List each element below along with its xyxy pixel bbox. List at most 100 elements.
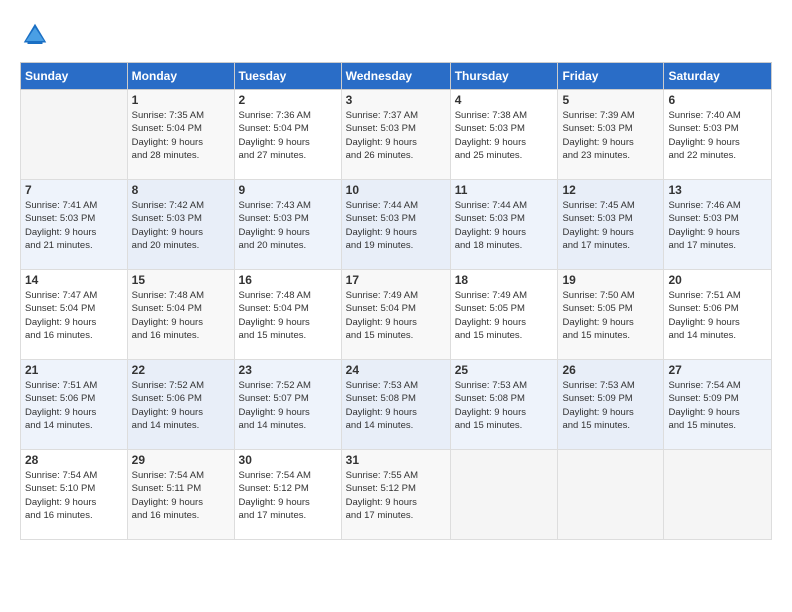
day-info: Sunrise: 7:43 AM Sunset: 5:03 PM Dayligh… <box>239 199 337 252</box>
calendar-cell: 23 Sunrise: 7:52 AM Sunset: 5:07 PM Dayli… <box>234 360 341 450</box>
day-info: Sunrise: 7:48 AM Sunset: 5:04 PM Dayligh… <box>132 289 230 342</box>
calendar-cell: 4 Sunrise: 7:38 AM Sunset: 5:03 PM Daylig… <box>450 90 558 180</box>
day-number: 8 <box>132 183 230 197</box>
calendar-cell: 21 Sunrise: 7:51 AM Sunset: 5:06 PM Dayli… <box>21 360 128 450</box>
day-info: Sunrise: 7:55 AM Sunset: 5:12 PM Dayligh… <box>346 469 446 522</box>
day-number: 27 <box>668 363 767 377</box>
weekday-header-saturday: Saturday <box>664 63 772 90</box>
day-number: 22 <box>132 363 230 377</box>
weekday-header-friday: Friday <box>558 63 664 90</box>
calendar-cell <box>450 450 558 540</box>
calendar-cell: 14Sunrise: 7:47 AM Sunset: 5:04 PM Dayli… <box>21 270 128 360</box>
day-number: 19 <box>562 273 659 287</box>
day-number: 31 <box>346 453 446 467</box>
day-info: Sunrise: 7:49 AM Sunset: 5:05 PM Dayligh… <box>455 289 554 342</box>
day-number: 28 <box>25 453 123 467</box>
day-info: Sunrise: 7:40 AM Sunset: 5:03 PM Dayligh… <box>668 109 767 162</box>
week-row-0: 1 Sunrise: 7:35 AM Sunset: 5:04 PM Daylig… <box>21 90 772 180</box>
day-info: Sunrise: 7:52 AM Sunset: 5:06 PM Dayligh… <box>132 379 230 432</box>
day-number: 17 <box>346 273 446 287</box>
calendar-cell: 7Sunrise: 7:41 AM Sunset: 5:03 PM Daylig… <box>21 180 128 270</box>
day-info: Sunrise: 7:38 AM Sunset: 5:03 PM Dayligh… <box>455 109 554 162</box>
day-number: 18 <box>455 273 554 287</box>
calendar-cell: 1 Sunrise: 7:35 AM Sunset: 5:04 PM Daylig… <box>127 90 234 180</box>
day-info: Sunrise: 7:41 AM Sunset: 5:03 PM Dayligh… <box>25 199 123 252</box>
calendar-cell: 27 Sunrise: 7:54 AM Sunset: 5:09 PM Dayli… <box>664 360 772 450</box>
day-number: 30 <box>239 453 337 467</box>
day-number: 13 <box>668 183 767 197</box>
day-info: Sunrise: 7:44 AM Sunset: 5:03 PM Dayligh… <box>455 199 554 252</box>
day-number: 5 <box>562 93 659 107</box>
day-info: Sunrise: 7:39 AM Sunset: 5:03 PM Dayligh… <box>562 109 659 162</box>
calendar-cell: 17 Sunrise: 7:49 AM Sunset: 5:04 PM Dayli… <box>341 270 450 360</box>
calendar-cell: 24 Sunrise: 7:53 AM Sunset: 5:08 PM Dayli… <box>341 360 450 450</box>
calendar-cell: 15 Sunrise: 7:48 AM Sunset: 5:04 PM Dayli… <box>127 270 234 360</box>
week-row-2: 14Sunrise: 7:47 AM Sunset: 5:04 PM Dayli… <box>21 270 772 360</box>
weekday-header-wednesday: Wednesday <box>341 63 450 90</box>
week-row-4: 28 Sunrise: 7:54 AM Sunset: 5:10 PM Dayli… <box>21 450 772 540</box>
calendar-cell: 5 Sunrise: 7:39 AM Sunset: 5:03 PM Daylig… <box>558 90 664 180</box>
calendar-cell: 2Sunrise: 7:36 AM Sunset: 5:04 PM Daylig… <box>234 90 341 180</box>
day-number: 3 <box>346 93 446 107</box>
day-info: Sunrise: 7:45 AM Sunset: 5:03 PM Dayligh… <box>562 199 659 252</box>
calendar-cell: 3Sunrise: 7:37 AM Sunset: 5:03 PM Daylig… <box>341 90 450 180</box>
calendar-cell <box>664 450 772 540</box>
logo <box>20 20 54 50</box>
weekday-header-sunday: Sunday <box>21 63 128 90</box>
calendar-cell: 18 Sunrise: 7:49 AM Sunset: 5:05 PM Dayli… <box>450 270 558 360</box>
weekday-header-tuesday: Tuesday <box>234 63 341 90</box>
day-info: Sunrise: 7:50 AM Sunset: 5:05 PM Dayligh… <box>562 289 659 342</box>
day-info: Sunrise: 7:46 AM Sunset: 5:03 PM Dayligh… <box>668 199 767 252</box>
day-number: 4 <box>455 93 554 107</box>
day-number: 25 <box>455 363 554 377</box>
calendar-cell: 11 Sunrise: 7:44 AM Sunset: 5:03 PM Dayli… <box>450 180 558 270</box>
day-info: Sunrise: 7:54 AM Sunset: 5:10 PM Dayligh… <box>25 469 123 522</box>
day-info: Sunrise: 7:54 AM Sunset: 5:09 PM Dayligh… <box>668 379 767 432</box>
calendar-cell: 13 Sunrise: 7:46 AM Sunset: 5:03 PM Dayli… <box>664 180 772 270</box>
calendar-cell: 26Sunrise: 7:53 AM Sunset: 5:09 PM Dayli… <box>558 360 664 450</box>
calendar-cell: 9 Sunrise: 7:43 AM Sunset: 5:03 PM Daylig… <box>234 180 341 270</box>
day-info: Sunrise: 7:44 AM Sunset: 5:03 PM Dayligh… <box>346 199 446 252</box>
calendar-cell: 6 Sunrise: 7:40 AM Sunset: 5:03 PM Daylig… <box>664 90 772 180</box>
week-row-1: 7Sunrise: 7:41 AM Sunset: 5:03 PM Daylig… <box>21 180 772 270</box>
calendar-cell: 8Sunrise: 7:42 AM Sunset: 5:03 PM Daylig… <box>127 180 234 270</box>
day-number: 15 <box>132 273 230 287</box>
day-info: Sunrise: 7:35 AM Sunset: 5:04 PM Dayligh… <box>132 109 230 162</box>
weekday-header-row: SundayMondayTuesdayWednesdayThursdayFrid… <box>21 63 772 90</box>
day-info: Sunrise: 7:49 AM Sunset: 5:04 PM Dayligh… <box>346 289 446 342</box>
day-number: 24 <box>346 363 446 377</box>
day-info: Sunrise: 7:51 AM Sunset: 5:06 PM Dayligh… <box>25 379 123 432</box>
week-row-3: 21 Sunrise: 7:51 AM Sunset: 5:06 PM Dayli… <box>21 360 772 450</box>
day-number: 9 <box>239 183 337 197</box>
day-info: Sunrise: 7:54 AM Sunset: 5:12 PM Dayligh… <box>239 469 337 522</box>
day-number: 26 <box>562 363 659 377</box>
calendar-cell: 19 Sunrise: 7:50 AM Sunset: 5:05 PM Dayli… <box>558 270 664 360</box>
day-number: 14 <box>25 273 123 287</box>
calendar-cell: 25Sunrise: 7:53 AM Sunset: 5:08 PM Dayli… <box>450 360 558 450</box>
calendar-cell: 10Sunrise: 7:44 AM Sunset: 5:03 PM Dayli… <box>341 180 450 270</box>
page: SundayMondayTuesdayWednesdayThursdayFrid… <box>0 0 792 612</box>
day-info: Sunrise: 7:52 AM Sunset: 5:07 PM Dayligh… <box>239 379 337 432</box>
logo-icon <box>20 20 50 50</box>
day-number: 29 <box>132 453 230 467</box>
day-number: 23 <box>239 363 337 377</box>
calendar-cell: 16 Sunrise: 7:48 AM Sunset: 5:04 PM Dayli… <box>234 270 341 360</box>
calendar-cell: 30 Sunrise: 7:54 AM Sunset: 5:12 PM Dayli… <box>234 450 341 540</box>
day-number: 12 <box>562 183 659 197</box>
calendar-cell: 12 Sunrise: 7:45 AM Sunset: 5:03 PM Dayli… <box>558 180 664 270</box>
day-number: 16 <box>239 273 337 287</box>
calendar-cell: 22 Sunrise: 7:52 AM Sunset: 5:06 PM Dayli… <box>127 360 234 450</box>
day-number: 1 <box>132 93 230 107</box>
weekday-header-thursday: Thursday <box>450 63 558 90</box>
day-info: Sunrise: 7:53 AM Sunset: 5:08 PM Dayligh… <box>346 379 446 432</box>
day-number: 20 <box>668 273 767 287</box>
calendar-cell: 31 Sunrise: 7:55 AM Sunset: 5:12 PM Dayli… <box>341 450 450 540</box>
day-number: 11 <box>455 183 554 197</box>
day-info: Sunrise: 7:36 AM Sunset: 5:04 PM Dayligh… <box>239 109 337 162</box>
calendar-cell <box>21 90 128 180</box>
day-info: Sunrise: 7:51 AM Sunset: 5:06 PM Dayligh… <box>668 289 767 342</box>
day-number: 6 <box>668 93 767 107</box>
day-number: 21 <box>25 363 123 377</box>
day-info: Sunrise: 7:48 AM Sunset: 5:04 PM Dayligh… <box>239 289 337 342</box>
header <box>20 20 772 50</box>
